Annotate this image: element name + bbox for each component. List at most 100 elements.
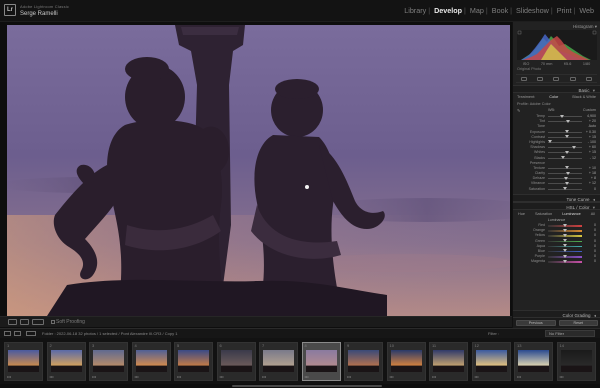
module-slideshow[interactable]: Slideshow [516,6,549,15]
filmstrip-scrollbar[interactable] [0,384,600,388]
basic-slider-value[interactable]: + 18 [584,171,596,175]
main-window-icon[interactable] [4,331,11,336]
basic-slider-track[interactable] [548,121,582,123]
hsl-slider-knob[interactable] [563,254,567,258]
filmstrip-thumbnail[interactable]: 3 ••• [89,342,128,381]
masking-icon[interactable] [569,76,576,81]
tab-saturation[interactable]: Saturation [535,212,552,216]
loupe-view-icon[interactable] [8,319,17,325]
basic-slider-knob[interactable] [564,166,569,170]
filmstrip-thumbnail[interactable]: 2 ••• [46,342,86,381]
filmstrip-thumbnail[interactable]: 1 ••• [4,342,43,381]
main-photo-view[interactable] [7,25,510,316]
basic-slider-knob[interactable] [565,150,570,154]
hsl-header[interactable]: HSL / Color ▾ [513,201,600,210]
filter-select[interactable]: No Filter [545,330,595,337]
profile-select[interactable]: Adobe Color [530,102,551,106]
hsl-slider-value[interactable]: 0 [584,254,596,258]
hsl-slider-knob[interactable] [563,244,567,248]
hsl-slider-knob[interactable] [563,259,567,263]
wb-select[interactable]: Custom [583,108,596,113]
basic-slider-value[interactable]: + 12 [584,181,596,185]
filmstrip-scroll-thumb[interactable] [232,385,382,387]
hsl-slider-value[interactable]: 0 [584,228,596,232]
second-window-icon[interactable] [14,331,21,336]
filmstrip-thumbnail[interactable]: 14 ••• [556,342,596,381]
hsl-slider-knob[interactable] [563,233,567,237]
filmstrip-thumbnail[interactable]: 5 ••• [174,342,213,381]
hsl-slider-value[interactable]: 0 [584,259,596,263]
hsl-slider-value[interactable]: 0 [584,244,596,248]
basic-slider-knob[interactable] [565,171,570,175]
basic-slider-row[interactable]: Saturation 0 [513,187,600,192]
filmstrip-thumbnail[interactable]: 6 ••• [216,342,256,381]
histogram-header[interactable]: Histogram ▾ [513,22,600,30]
module-map[interactable]: Map [470,6,484,15]
color-grading-header[interactable]: Color Grading ◂ [513,310,600,318]
red-eye-icon[interactable] [553,76,560,81]
basic-slider-value[interactable]: Auto [584,124,596,128]
module-develop[interactable]: Develop [434,6,462,15]
eyedropper-icon[interactable]: ✎ [517,108,520,113]
basic-slider-value[interactable]: + 20 [584,119,596,123]
tab-all[interactable]: All [591,212,595,216]
hsl-slider-value[interactable]: 0 [584,233,596,237]
basic-slider-track[interactable] [548,147,582,149]
module-book[interactable]: Book [492,6,508,15]
basic-slider-track[interactable] [548,141,582,143]
basic-slider-knob[interactable] [561,156,566,159]
histogram-graph[interactable] [517,30,597,60]
hsl-slider-knob[interactable] [563,228,567,232]
basic-slider-knob[interactable] [564,181,569,185]
module-print[interactable]: Print [557,6,572,15]
hsl-slider-value[interactable]: 0 [584,223,596,227]
basic-slider-value[interactable]: + 15 [584,150,596,154]
filmstrip-thumbnail[interactable]: 12 ••• [471,342,511,381]
basic-slider-knob[interactable] [560,114,565,118]
compare-view-icon[interactable] [32,319,44,325]
basic-slider-value[interactable]: + 8 [584,176,596,180]
basic-slider-value[interactable]: - 12 [584,156,596,160]
soft-proofing-checkbox[interactable] [51,320,55,324]
filmstrip-thumbnail[interactable]: 11 ••• [429,342,468,381]
basic-slider-value[interactable]: + 10 [584,166,596,170]
spot-removal-icon[interactable] [537,76,544,81]
previous-button[interactable]: Previous [516,320,556,326]
tone-curve-header[interactable]: Tone Curve ◂ [513,193,600,202]
basic-slider-value[interactable]: 0 [584,187,596,191]
hsl-slider-knob[interactable] [563,223,567,227]
tab-hue[interactable]: Hue [518,212,525,216]
treatment-color-button[interactable]: Color [549,95,558,99]
filmstrip-thumbnail[interactable]: 13 ••• [514,342,553,381]
filmstrip-thumbnail[interactable]: 8 ••• [301,342,341,381]
basic-slider-value[interactable]: + 15 [584,135,596,139]
basic-slider-knob[interactable] [565,135,570,139]
hsl-slider-value[interactable]: 0 [584,239,596,243]
hsl-slider-value[interactable]: 0 [584,249,596,253]
basic-section-header[interactable]: Basic ▾ [513,85,600,93]
crop-icon[interactable] [521,76,528,81]
graduated-filter-icon[interactable] [585,76,592,81]
basic-slider-track[interactable] [548,116,582,117]
basic-slider-knob[interactable] [572,145,577,149]
basic-slider-knob[interactable] [547,140,552,144]
basic-slider-knob[interactable] [564,130,569,134]
before-after-icon[interactable] [20,319,29,325]
filmstrip-thumbnail[interactable]: 9 ••• [344,342,383,381]
filmstrip-thumbnail[interactable]: 10 ••• [386,342,426,381]
basic-slider-knob[interactable] [563,187,567,191]
module-web[interactable]: Web [579,6,594,15]
module-library[interactable]: Library [404,6,426,15]
tab-luminance[interactable]: Luminance [562,212,581,216]
filmstrip-thumbnail[interactable]: 7 ••• [259,342,298,381]
basic-slider-value[interactable]: + 60 [584,145,596,149]
basic-slider-value[interactable]: 4,900 [584,114,596,118]
hsl-slider-row[interactable]: Magenta 0 [513,259,600,264]
reset-button[interactable]: Reset [558,320,598,326]
filmstrip-source[interactable]: Folder : 2022-06-18 32 photos / 1 select… [42,331,177,336]
basic-slider-value[interactable]: - 100 [584,140,596,144]
hsl-slider-knob[interactable] [563,249,567,253]
basic-slider-knob[interactable] [566,119,571,123]
filmstrip-thumbnail[interactable]: 4 ••• [131,342,171,381]
treatment-bw-button[interactable]: Black & White [572,95,596,99]
